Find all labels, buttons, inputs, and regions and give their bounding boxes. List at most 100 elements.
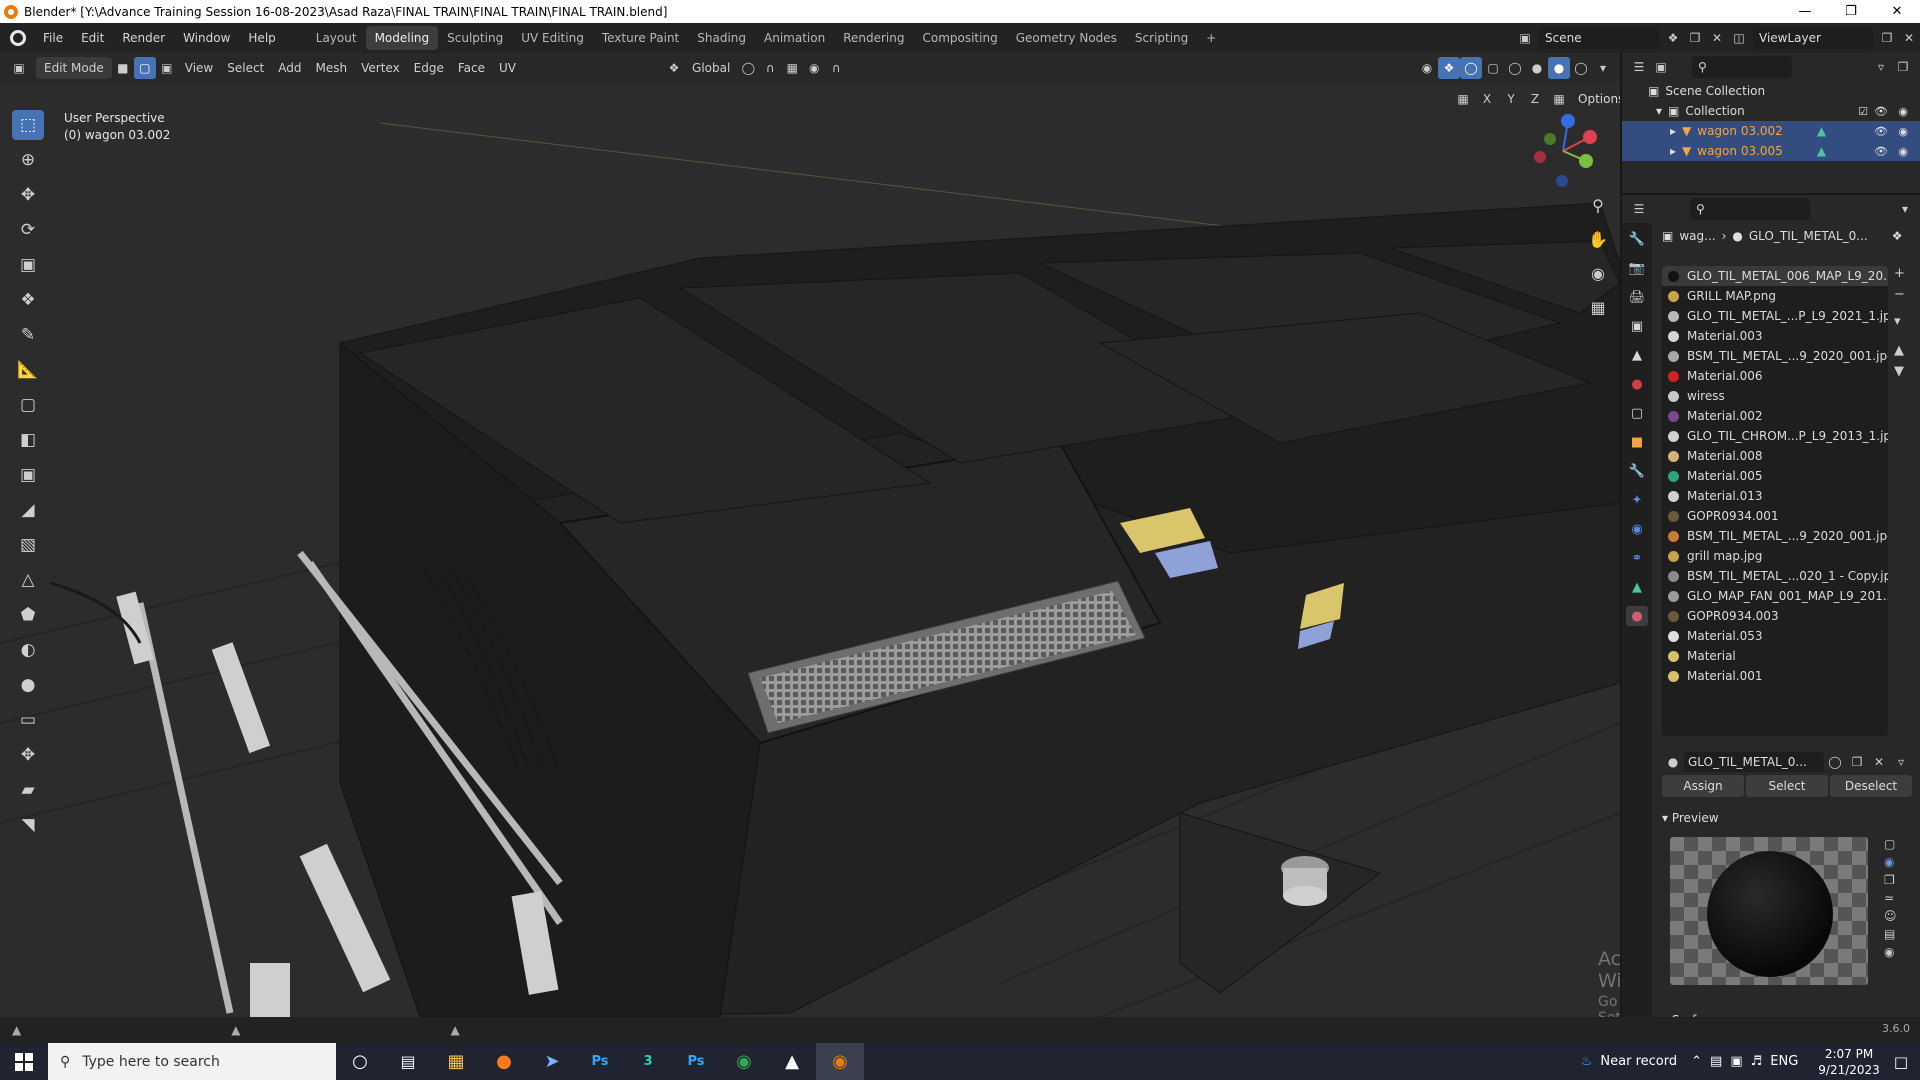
- tab-shading[interactable]: Shading: [688, 26, 755, 50]
- move-slot-down-icon[interactable]: ▼: [1894, 364, 1905, 379]
- start-button[interactable]: [0, 1052, 48, 1071]
- snap-target-icon[interactable]: ▦: [781, 57, 803, 79]
- mesh-data-icon[interactable]: ▲: [1817, 144, 1826, 158]
- view-layer-field[interactable]: ViewLayer: [1753, 27, 1873, 49]
- app-icon[interactable]: ➤: [528, 1043, 576, 1080]
- material-slot[interactable]: Material.002: [1662, 406, 1888, 426]
- face-select-icon[interactable]: ▣: [156, 57, 178, 79]
- restore-icon[interactable]: ❐: [1828, 4, 1874, 19]
- proportional-edit-icon[interactable]: ◉: [803, 57, 825, 79]
- link-type-icon[interactable]: ▿: [1890, 751, 1912, 773]
- overlay-icon[interactable]: ◯: [1460, 57, 1482, 79]
- tab-compositing[interactable]: Compositing: [913, 26, 1006, 50]
- tab-world-icon[interactable]: ●: [1626, 374, 1648, 394]
- tab-texture-paint[interactable]: Texture Paint: [593, 26, 688, 50]
- axis-z[interactable]: Z: [1524, 88, 1546, 110]
- minimize-icon[interactable]: —: [1782, 4, 1828, 19]
- preview-cloth-icon[interactable]: ▤: [1884, 927, 1897, 941]
- view-layer-icon[interactable]: ◫: [1728, 27, 1750, 49]
- transform-orientation-dropdown[interactable]: Global: [685, 57, 737, 79]
- tab-object-icon[interactable]: ■: [1626, 432, 1648, 452]
- 3d-viewport[interactable]: ▣ Edit Mode ■ ▢ ▣ View Select Add Mesh V…: [0, 53, 1620, 1017]
- tab-data-icon[interactable]: ▲: [1626, 577, 1648, 597]
- material-slot[interactable]: Material.003: [1662, 326, 1888, 346]
- menu-face[interactable]: Face: [451, 57, 492, 79]
- outliner-collection[interactable]: ▾ ▣ Collection ☑ 👁 ◉: [1622, 101, 1920, 121]
- blender-menu-icon[interactable]: [10, 30, 26, 46]
- outliner-search-input[interactable]: ⚲: [1692, 56, 1792, 78]
- material-slot[interactable]: grill map.jpg: [1662, 546, 1888, 566]
- rotate-tool-icon[interactable]: ⟳: [12, 215, 44, 245]
- material-slot[interactable]: Material.008: [1662, 446, 1888, 466]
- material-shading-icon[interactable]: ●: [1548, 57, 1570, 79]
- menu-window[interactable]: Window: [174, 23, 239, 53]
- scene-icon[interactable]: ▣: [1514, 27, 1536, 49]
- language-indicator[interactable]: ENG: [1770, 1054, 1798, 1069]
- material-slot[interactable]: Material.005: [1662, 466, 1888, 486]
- mode-dropdown[interactable]: Edit Mode: [36, 57, 112, 79]
- rip-tool-icon[interactable]: ◥: [12, 810, 44, 840]
- gizmo-icon[interactable]: ❖: [1438, 57, 1460, 79]
- axis-y[interactable]: Y: [1500, 88, 1522, 110]
- weather-text[interactable]: Near record: [1600, 1054, 1677, 1069]
- photoshop-2-icon[interactable]: Ps: [672, 1043, 720, 1080]
- camera-view-icon[interactable]: ◉: [1586, 261, 1610, 285]
- select-box-tool-icon[interactable]: ⬚: [12, 110, 44, 140]
- preview-cube-icon[interactable]: ❐: [1884, 873, 1897, 887]
- move-slot-up-icon[interactable]: ▲: [1894, 343, 1905, 358]
- zoom-icon[interactable]: ⚲: [1586, 193, 1610, 217]
- editor-type-icon[interactable]: ▣: [8, 57, 30, 79]
- clock[interactable]: 2:07 PM 9/21/2023: [1818, 1046, 1880, 1078]
- menu-edit[interactable]: Edit: [72, 23, 113, 53]
- add-workspace-icon[interactable]: +: [1197, 26, 1225, 50]
- duplicate-material-icon[interactable]: ❐: [1846, 751, 1868, 773]
- remove-slot-icon[interactable]: −: [1894, 287, 1905, 302]
- properties-editor-icon[interactable]: ☰: [1628, 198, 1650, 220]
- visibility-eye-icon[interactable]: 👁: [1874, 105, 1888, 118]
- material-slot[interactable]: GLO_TIL_METAL_006_MAP_L9_20...: [1662, 266, 1888, 286]
- material-slot[interactable]: BSM_TIL_METAL_...020_1 - Copy.jpg: [1662, 566, 1888, 586]
- menu-uv[interactable]: UV: [492, 57, 523, 79]
- smooth-tool-icon[interactable]: ●: [12, 670, 44, 700]
- expand-icon[interactable]: ▾: [1656, 104, 1662, 118]
- tab-sculpting[interactable]: Sculpting: [438, 26, 512, 50]
- outliner-item-wagon-03-005[interactable]: ▸ ▼ wagon 03.005 ▲ 👁 ◉: [1622, 141, 1920, 161]
- material-slot[interactable]: GLO_TIL_METAL_...P_L9_2021_1.jpg: [1662, 306, 1888, 326]
- material-slot[interactable]: GRILL MAP.png: [1662, 286, 1888, 306]
- delete-view-layer-icon[interactable]: ✕: [1898, 27, 1920, 49]
- solid-shading-icon[interactable]: ●: [1526, 57, 1548, 79]
- material-slot[interactable]: GLO_MAP_FAN_001_MAP_L9_201...: [1662, 586, 1888, 606]
- tab-physics-icon[interactable]: ◉: [1626, 519, 1648, 539]
- wireframe-shading-icon[interactable]: ◯: [1504, 57, 1526, 79]
- material-slot[interactable]: Material: [1662, 646, 1888, 666]
- grid-view-icon[interactable]: ▦: [1586, 295, 1610, 319]
- snap-icon[interactable]: ∩: [759, 57, 781, 79]
- delete-scene-icon[interactable]: ✕: [1706, 27, 1728, 49]
- chrome-icon[interactable]: ◉: [720, 1043, 768, 1080]
- app-3-icon[interactable]: 3: [624, 1043, 672, 1080]
- transform-tool-icon[interactable]: ❖: [12, 285, 44, 315]
- notifications-icon[interactable]: □: [1894, 1053, 1908, 1071]
- hand-pan-icon[interactable]: ✋: [1586, 227, 1610, 251]
- add-cube-tool-icon[interactable]: ▢: [12, 390, 44, 420]
- unlink-material-icon[interactable]: ✕: [1868, 751, 1890, 773]
- tab-material-icon[interactable]: ●: [1626, 606, 1648, 626]
- properties-search-input[interactable]: ⚲: [1690, 198, 1810, 220]
- pin-icon[interactable]: ❖: [1892, 229, 1903, 243]
- xray-icon[interactable]: ▢: [1482, 57, 1504, 79]
- orientation-icon[interactable]: ❖: [663, 57, 685, 79]
- cortana-icon[interactable]: ○: [336, 1043, 384, 1080]
- select-button[interactable]: Select: [1746, 775, 1828, 797]
- render-camera-icon[interactable]: ◉: [1898, 105, 1908, 118]
- shear-tool-icon[interactable]: ▰: [12, 775, 44, 805]
- menu-help[interactable]: Help: [239, 23, 284, 53]
- viewport-scene[interactable]: [0, 83, 1620, 1017]
- topology-mirror-icon[interactable]: ▦: [1548, 88, 1570, 110]
- preview-panel-header[interactable]: ▾ Preview: [1662, 807, 1912, 829]
- menu-select[interactable]: Select: [220, 57, 271, 79]
- render-camera-icon[interactable]: ◉: [1898, 125, 1908, 138]
- tab-animation[interactable]: Animation: [755, 26, 834, 50]
- menu-vertex[interactable]: Vertex: [354, 57, 407, 79]
- filter-icon[interactable]: ▿: [1870, 56, 1892, 78]
- move-tool-icon[interactable]: ✥: [12, 180, 44, 210]
